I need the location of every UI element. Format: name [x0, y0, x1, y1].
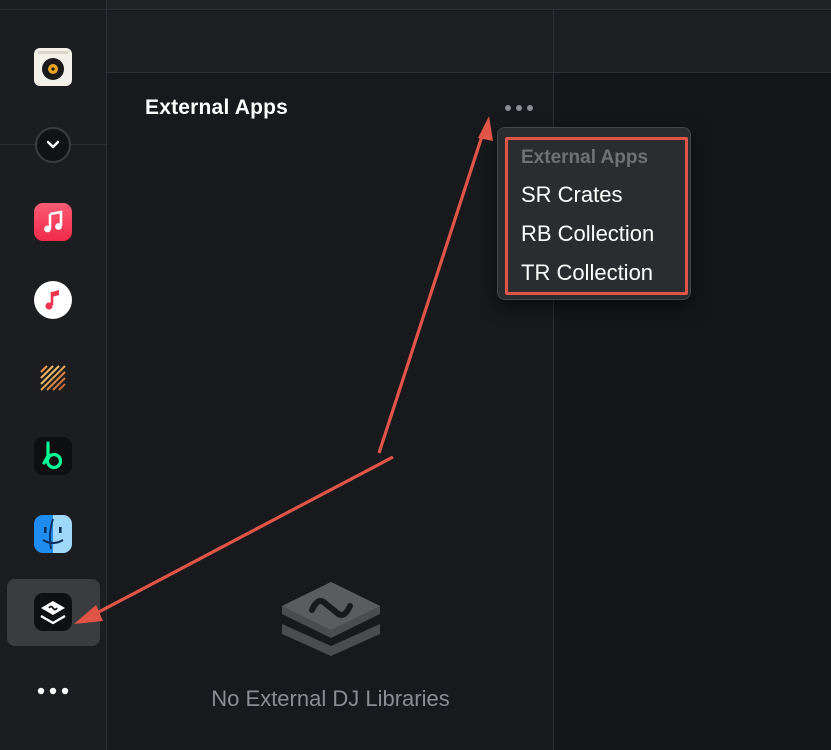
dot — [516, 105, 522, 111]
divider — [0, 9, 107, 10]
ellipsis-icon — [37, 687, 69, 695]
divider — [553, 10, 554, 750]
sidebar-item-itunes-app[interactable] — [34, 281, 72, 319]
finder-icon — [34, 515, 72, 553]
layers-icon — [34, 593, 72, 631]
more-apps-button[interactable] — [34, 672, 72, 710]
sidebar-item-stripes-app[interactable] — [34, 359, 72, 397]
dot — [505, 105, 511, 111]
music-note-icon — [34, 203, 72, 241]
chevron-down-icon — [35, 127, 71, 163]
top-bar — [107, 0, 831, 10]
sidebar-item-album-app[interactable] — [34, 48, 72, 86]
sidebar-item-music-app[interactable] — [34, 203, 72, 241]
menu-item-tr-collection[interactable]: TR Collection — [521, 260, 653, 286]
empty-state-text: No External DJ Libraries — [211, 686, 450, 711]
music-note-icon — [34, 281, 72, 319]
record-player-icon — [34, 48, 72, 86]
sidebar-item-external-apps-icon[interactable] — [34, 593, 72, 631]
more-options-button[interactable] — [500, 98, 538, 118]
beatport-icon — [34, 437, 72, 475]
header-strip — [107, 11, 831, 72]
diagonal-stripes-icon — [34, 359, 72, 397]
menu-item-rb-collection[interactable]: RB Collection — [521, 221, 654, 247]
sidebar-item-beatport-app[interactable] — [34, 437, 72, 475]
sidebar-item-finder-app[interactable] — [34, 515, 72, 553]
dot — [527, 105, 533, 111]
divider — [107, 72, 831, 73]
menu-header: External Apps — [521, 147, 649, 168]
layers-icon — [282, 582, 380, 656]
panel-title: External Apps — [145, 96, 289, 119]
collapse-button[interactable] — [34, 126, 72, 164]
menu-item-sr-crates[interactable]: SR Crates — [521, 182, 622, 208]
